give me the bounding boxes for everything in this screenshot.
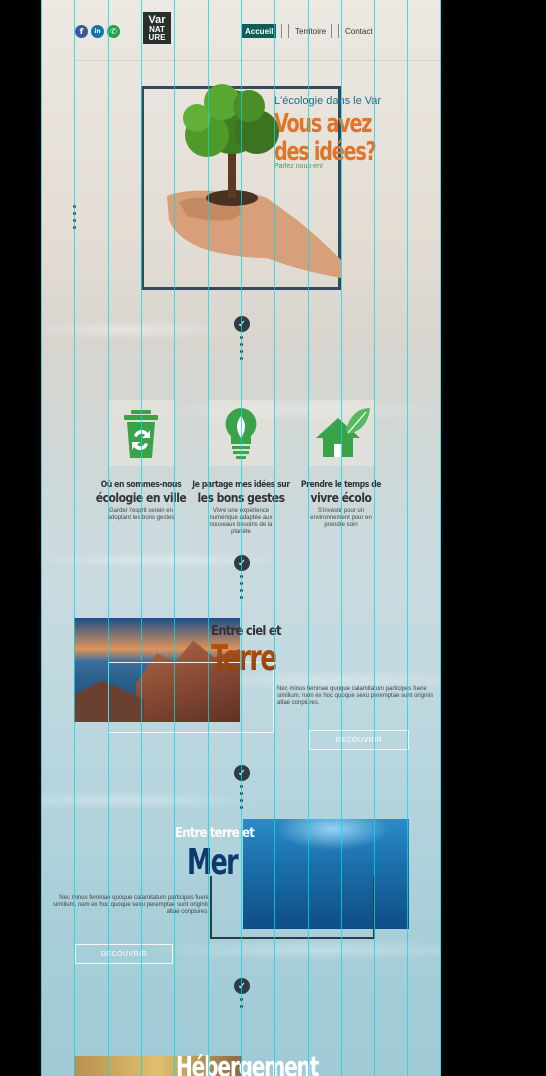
mer-title: Mer xyxy=(187,842,239,883)
header-divider xyxy=(75,60,441,61)
nav-contact[interactable]: Contact xyxy=(345,24,373,38)
whatsapp-icon[interactable]: ✆ xyxy=(107,25,120,38)
terre-discover-button[interactable]: DECOUVRIR xyxy=(309,730,409,750)
mer-kicker: Entre terre et xyxy=(175,826,255,841)
logo-line3: URE xyxy=(148,33,166,42)
lightbulb-leaf-icon xyxy=(225,408,257,459)
connector-dots xyxy=(240,575,243,603)
hero-kicker: L'écologie dans le Var xyxy=(274,95,382,107)
mer-discover-button[interactable]: DECOUVRIR xyxy=(75,944,173,964)
card-3-text: S'investir pour un environnement pour en… xyxy=(310,508,372,528)
hebergement-title: Hébergement xyxy=(176,1050,319,1076)
connector-dots xyxy=(240,336,243,364)
hero-title-line2: des idées? xyxy=(274,137,377,167)
connector-dots xyxy=(240,998,243,1012)
hero-title: Vous avez des idées? xyxy=(274,109,377,167)
check-icon: ✓ xyxy=(234,316,250,332)
site-logo[interactable]: Var NAT URE xyxy=(143,12,171,44)
nav-divider xyxy=(288,24,289,38)
mer-frame xyxy=(210,876,375,939)
card-2-kicker: Je partage mes idées sur xyxy=(192,480,290,490)
card-3-kicker: Prendre le temps de xyxy=(300,480,382,490)
nav-divider xyxy=(281,24,282,38)
nav-territoire[interactable]: Territoire xyxy=(295,24,326,38)
card-1-text: Garder l'esprit serein en adoptant les b… xyxy=(107,508,175,521)
card-1-kicker: Où en sommes-nous xyxy=(100,480,182,490)
terre-title: Terre xyxy=(211,638,277,679)
mer-text: Nec minus feminae quoque calamitatum par… xyxy=(52,895,209,915)
nav-divider xyxy=(331,24,332,38)
nav-accueil[interactable]: Accueil xyxy=(242,24,277,38)
card-1-title: écologie en ville xyxy=(95,491,187,505)
nav-divider xyxy=(338,24,339,38)
card-icon-box-2 xyxy=(208,400,274,466)
terre-text: Nec minus feminae quoque calamitatum par… xyxy=(277,686,434,706)
linkedin-icon[interactable]: in xyxy=(91,25,104,38)
card-icon-box-3 xyxy=(308,400,374,466)
check-icon: ✓ xyxy=(234,765,250,781)
recycle-bin-icon xyxy=(124,410,158,458)
eco-house-icon xyxy=(316,408,370,457)
card-2-title: les bons gestes xyxy=(197,491,285,505)
hero-title-line1: Vous avez xyxy=(274,109,372,139)
card-2-text: Vivre une expérience numérique adaptée a… xyxy=(209,508,273,535)
terre-kicker: Entre ciel et xyxy=(211,624,282,639)
card-3-title: vivre écolo xyxy=(310,491,372,505)
side-dots xyxy=(73,205,76,233)
connector-dots xyxy=(240,785,243,813)
check-icon: ✓ xyxy=(234,555,250,571)
check-icon: ✓ xyxy=(234,978,250,994)
page-canvas: f in ✆ Var NAT URE Accueil Territoire Co… xyxy=(41,0,441,1076)
hero-subtitle: Parlez nous-en! xyxy=(274,163,324,170)
card-icon-box-1 xyxy=(108,400,174,466)
facebook-icon[interactable]: f xyxy=(75,25,88,38)
